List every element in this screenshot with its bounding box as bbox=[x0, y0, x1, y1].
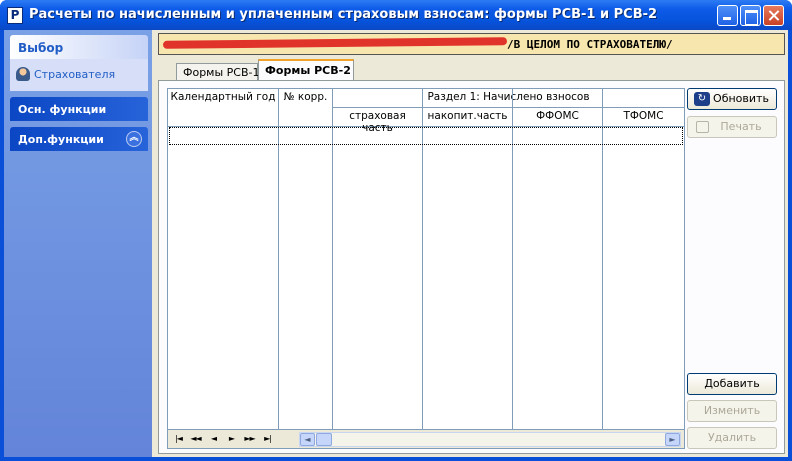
section1-header: Раздел 1: Начислено взносов bbox=[333, 89, 684, 108]
minimize-button[interactable] bbox=[717, 5, 738, 26]
redaction-mark bbox=[162, 37, 508, 49]
nav-next-button[interactable]: ► bbox=[224, 432, 239, 446]
tab-rsv1[interactable]: Формы РСВ-1 bbox=[176, 63, 260, 80]
scroll-thumb[interactable] bbox=[316, 433, 332, 446]
person-icon bbox=[16, 67, 30, 81]
main-functions-label: Осн. функции bbox=[18, 103, 107, 116]
col-ffoms-header[interactable]: ФФОМС bbox=[513, 108, 603, 127]
print-label: Печать bbox=[720, 120, 762, 133]
nav-prev-page-button[interactable]: ◄◄ bbox=[188, 432, 203, 446]
chevron-up-icon[interactable]: ︽ bbox=[126, 131, 142, 147]
edit-button[interactable]: Изменить bbox=[687, 400, 777, 422]
tab-rsv2[interactable]: Формы РСВ-2 bbox=[258, 59, 354, 81]
nav-next-page-button[interactable]: ►► bbox=[242, 432, 257, 446]
nav-first-button[interactable]: |◄ bbox=[171, 432, 186, 446]
tab-panel: Календартный год № корр. Раздел 1: Начис… bbox=[158, 80, 785, 454]
select-group-header[interactable]: Выбор bbox=[10, 35, 148, 59]
col-insurance-header[interactable]: страховая часть bbox=[333, 108, 423, 134]
banner-text: /В ЦЕЛОМ ПО СТРАХОВАТЕЛЮ/ bbox=[507, 38, 673, 51]
main-window: P Расчеты по начисленным и уплаченным ст… bbox=[0, 0, 792, 461]
add-button[interactable]: Добавить bbox=[687, 373, 777, 395]
delete-button[interactable]: Удалить bbox=[687, 427, 777, 449]
scroll-left-icon[interactable]: ◄ bbox=[300, 433, 315, 446]
nav-prev-button[interactable]: ◄ bbox=[206, 432, 221, 446]
title-bar[interactable]: P Расчеты по начисленным и уплаченным ст… bbox=[0, 0, 792, 30]
close-button[interactable] bbox=[763, 5, 784, 26]
insurer-link[interactable]: Страхователя bbox=[16, 67, 116, 81]
app-icon: P bbox=[7, 7, 23, 24]
select-group-body: Страхователя bbox=[10, 59, 148, 91]
col-tfoms-header[interactable]: ТФОМС bbox=[603, 108, 684, 127]
insurer-banner: /В ЦЕЛОМ ПО СТРАХОВАТЕЛЮ/ bbox=[158, 33, 785, 55]
printer-icon bbox=[696, 121, 709, 133]
col-korr-header[interactable]: № корр. bbox=[279, 89, 333, 127]
extra-functions-label: Доп.функции bbox=[18, 133, 104, 146]
scroll-right-icon[interactable]: ► bbox=[665, 433, 680, 446]
task-pane: Выбор Страхователя Осн. функции Доп.функ… bbox=[4, 30, 152, 457]
data-grid[interactable]: Календартный год № корр. Раздел 1: Начис… bbox=[167, 88, 685, 449]
main-functions-header[interactable]: Осн. функции bbox=[10, 97, 148, 121]
col-funded-header[interactable]: накопит.часть bbox=[423, 108, 513, 127]
col-year-header[interactable]: Календартный год bbox=[168, 89, 279, 127]
refresh-button[interactable]: ↻ Обновить bbox=[687, 88, 777, 110]
nav-last-button[interactable]: ►| bbox=[260, 432, 275, 446]
insurer-link-label: Страхователя bbox=[34, 68, 116, 81]
selected-empty-row[interactable] bbox=[169, 127, 683, 145]
client-area: Выбор Страхователя Осн. функции Доп.функ… bbox=[4, 30, 788, 457]
horizontal-scrollbar[interactable]: ◄ ► bbox=[299, 432, 681, 447]
maximize-button[interactable] bbox=[740, 5, 761, 26]
window-title: Расчеты по начисленным и уплаченным стра… bbox=[29, 7, 658, 22]
extra-functions-header[interactable]: Доп.функции ︽ bbox=[10, 127, 148, 151]
refresh-icon: ↻ bbox=[694, 92, 710, 106]
select-group: Выбор Страхователя bbox=[10, 35, 148, 91]
grid-footer: |◄ ◄◄ ◄ ► ►► ►| ◄ ► bbox=[168, 429, 684, 448]
print-button[interactable]: Печать bbox=[687, 116, 777, 138]
